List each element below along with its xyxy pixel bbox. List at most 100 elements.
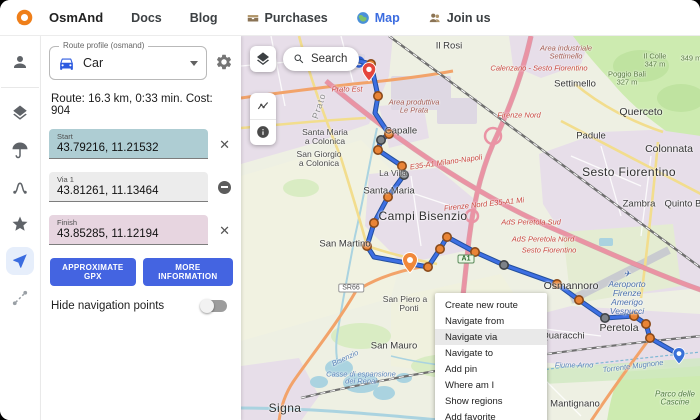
menu-item-navigate-to[interactable]: Navigate to: [435, 345, 547, 361]
clear-point-button[interactable]: ✕: [208, 224, 241, 237]
osmand-web-app: OsmAnd DocsBlogPurchasesMapJoin us Route…: [0, 0, 700, 420]
settings-gear-button[interactable]: [215, 53, 235, 73]
menu-item-where-am-i[interactable]: Where am I: [435, 377, 547, 393]
sidebar-item-navigation[interactable]: [6, 247, 34, 275]
sidebar-item-account[interactable]: [6, 48, 34, 76]
route-summary: Route: 16.3 km, 0:33 min. Cost: 904: [51, 93, 233, 117]
route-waypoint[interactable]: [500, 261, 508, 269]
search-icon: [293, 53, 305, 65]
menu-item-add-favorite[interactable]: Add favorite: [435, 409, 547, 420]
menu-item-create-new-route[interactable]: Create new route: [435, 297, 547, 313]
globe-icon: [356, 11, 370, 25]
route-waypoint[interactable]: [374, 146, 382, 154]
route-waypoint[interactable]: [424, 263, 432, 271]
route-waypoint[interactable]: [575, 296, 583, 304]
star-icon: [11, 215, 29, 233]
point-field-finish[interactable]: Finish43.85285, 11.12194: [49, 215, 208, 245]
track-graph-icon: [256, 99, 270, 113]
purchases-icon: [246, 11, 260, 25]
menu-item-navigate-from[interactable]: Navigate from: [435, 313, 547, 329]
top-navbar: OsmAnd DocsBlogPurchasesMapJoin us: [0, 0, 700, 36]
nav-links: Docs Blog Purchases Map Join us: [131, 11, 490, 25]
route-waypoint[interactable]: [363, 242, 371, 250]
route-waypoint[interactable]: [436, 245, 444, 253]
map-canvas[interactable]: Il RosiArea industrialeSettimelloCalenza…: [241, 36, 700, 420]
track-icon: [11, 178, 29, 196]
track-analyzer-button[interactable]: [250, 93, 276, 119]
nav-link-label: Blog: [190, 11, 218, 25]
search-label: Search: [311, 53, 347, 65]
map-tools-panel: [250, 93, 276, 145]
route-waypoint[interactable]: [398, 162, 406, 170]
point-field-via-1[interactable]: Via 143.81261, 11.13464: [49, 172, 208, 202]
point-coordinates: 43.85285, 11.12194: [57, 227, 200, 241]
menu-item-add-pin[interactable]: Add pin: [435, 361, 547, 377]
route-point-row-via-1: Via 143.81261, 11.13464: [49, 172, 241, 202]
hide-navigation-points-toggle[interactable]: [201, 300, 227, 312]
more-information-button[interactable]: MORE INFORMATION: [143, 258, 233, 286]
point-coordinates: 43.79216, 11.21532: [57, 141, 200, 155]
route-waypoint[interactable]: [370, 219, 378, 227]
point-label: Via 1: [57, 175, 200, 184]
clear-point-button[interactable]: ✕: [208, 138, 241, 151]
route-waypoint[interactable]: [601, 314, 609, 322]
point-coordinates: 43.81261, 11.13464: [57, 184, 200, 198]
route-profile-value: Car: [83, 56, 182, 70]
divider: [1, 87, 39, 88]
route-waypoint[interactable]: [646, 334, 654, 342]
approximate-gpx-button[interactable]: APPROXIMATE GPX: [50, 258, 136, 286]
route-waypoint[interactable]: [642, 320, 650, 328]
hide-navigation-points-label: Hide navigation points: [51, 300, 164, 312]
close-icon: ✕: [219, 138, 230, 151]
route-points-list: Start43.79216, 11.21532 ✕ Via 143.81261, 1…: [49, 129, 241, 245]
route-waypoint[interactable]: [377, 136, 385, 144]
route-point-row-start: Start43.79216, 11.21532 ✕: [49, 129, 241, 159]
people-icon: [428, 11, 442, 25]
route-waypoint[interactable]: [374, 92, 382, 100]
menu-item-show-regions[interactable]: Show regions: [435, 393, 547, 409]
plan-icon: [11, 289, 29, 307]
menu-item-navigate-via[interactable]: Navigate via: [435, 329, 547, 345]
nav-link-purchases[interactable]: Purchases: [246, 11, 328, 25]
layers-icon: [11, 104, 29, 122]
minus-circle-icon: [218, 181, 231, 194]
remove-point-button[interactable]: [208, 181, 241, 194]
chevron-down-icon: [190, 61, 198, 66]
nav-link-label: Purchases: [265, 11, 328, 25]
route-waypoint[interactable]: [553, 280, 561, 288]
route-waypoint[interactable]: [443, 233, 451, 241]
osmand-logo-icon: [16, 9, 33, 26]
nav-link-label: Docs: [131, 11, 162, 25]
gear-icon: [215, 53, 233, 71]
panel-buttons: APPROXIMATE GPXMORE INFORMATION: [50, 258, 233, 286]
map-context-menu: Create new routeNavigate fromNavigate vi…: [435, 293, 547, 420]
nav-link-blog[interactable]: Blog: [190, 11, 218, 25]
route-waypoint[interactable]: [385, 130, 393, 138]
route-waypoint[interactable]: [630, 312, 638, 320]
nav-link-map[interactable]: Map: [356, 11, 400, 25]
route-waypoint[interactable]: [384, 193, 392, 201]
route-panel: Route profile (osmand) Car Route: 16.3 k…: [41, 36, 241, 420]
route-waypoint[interactable]: [471, 248, 479, 256]
sidebar-item-tracks[interactable]: [6, 173, 34, 201]
route-point-row-finish: Finish43.85285, 11.12194✕: [49, 215, 241, 245]
sidebar-item-layers[interactable]: [6, 99, 34, 127]
map-layers-button[interactable]: [250, 46, 276, 72]
info-button[interactable]: [250, 119, 276, 146]
sidebar-item-weather[interactable]: [6, 136, 34, 164]
route-profile-select[interactable]: Route profile (osmand) Car: [49, 46, 207, 80]
nav-link-docs[interactable]: Docs: [131, 11, 162, 25]
route-waypoint[interactable]: [400, 171, 408, 179]
point-field-start[interactable]: Start43.79216, 11.21532: [49, 129, 208, 159]
nav-link-join-us[interactable]: Join us: [428, 11, 491, 25]
person-icon: [11, 53, 29, 71]
icon-sidebar: [0, 36, 41, 420]
sidebar-item-favorites[interactable]: [6, 210, 34, 238]
nav-link-label: Join us: [447, 11, 491, 25]
toggle-knob: [200, 299, 214, 313]
point-label: Finish: [57, 218, 200, 227]
map-search-button[interactable]: Search: [283, 47, 359, 71]
umbrella-icon: [11, 141, 29, 159]
point-label: Start: [57, 132, 200, 141]
sidebar-item-plan-route[interactable]: [6, 284, 34, 312]
